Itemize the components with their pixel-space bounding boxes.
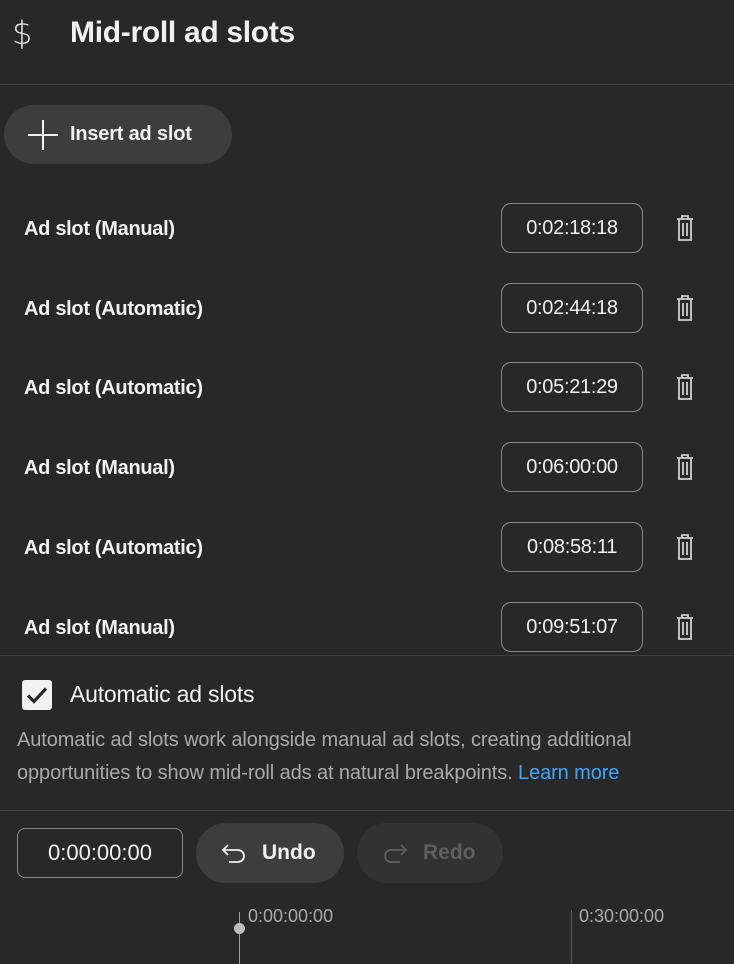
timeline-tick (571, 910, 572, 964)
dollar-icon: $ (12, 14, 33, 52)
ad-slot-time-input[interactable]: 0:08:58:11 (501, 522, 643, 572)
ad-slot-name: Ad slot (Manual) (24, 457, 175, 479)
checkmark-icon (26, 687, 48, 704)
timeline-start-label: 0:00:00:00 (248, 906, 334, 926)
current-time-input[interactable]: 0:00:00:00 (17, 828, 183, 878)
ad-slot-time-input[interactable]: 0:06:00:00 (501, 442, 643, 492)
insert-ad-slot-label: Insert ad slot (70, 123, 192, 145)
automatic-ad-slots-description: Automatic ad slots work alongside manual… (17, 724, 717, 790)
redo-button: Redo (357, 823, 503, 883)
trash-icon[interactable] (674, 373, 696, 401)
timeline-end-label: 0:30:00:00 (579, 906, 665, 926)
ad-slot-row: Ad slot (Automatic) 0:02:44:18 (0, 269, 734, 349)
redo-icon (384, 844, 408, 863)
ad-slot-row: Ad slot (Automatic) 0:05:21:29 (0, 348, 734, 428)
ad-slot-time-input[interactable]: 0:02:44:18 (501, 283, 643, 333)
undo-label: Undo (262, 841, 316, 864)
page-title: Mid-roll ad slots (70, 16, 295, 49)
undo-icon (221, 844, 245, 863)
ad-slot-time-input[interactable]: 0:09:51:07 (501, 602, 643, 652)
learn-more-link[interactable]: Learn more (518, 762, 619, 784)
ad-slot-row: Ad slot (Manual) 0:09:51:07 (0, 588, 734, 668)
ad-slot-name: Ad slot (Manual) (24, 218, 175, 240)
ad-slot-row: Ad slot (Manual) 0:06:00:00 (0, 428, 734, 508)
ad-slot-time-input[interactable]: 0:02:18:18 (501, 203, 643, 253)
automatic-ad-slots-label: Automatic ad slots (70, 681, 255, 707)
trash-icon[interactable] (674, 214, 696, 242)
ad-slot-name: Ad slot (Automatic) (24, 298, 203, 320)
ad-slot-row: Ad slot (Manual) 0:02:18:18 (0, 189, 734, 269)
redo-label: Redo (423, 841, 476, 864)
ad-slot-name: Ad slot (Manual) (24, 617, 175, 639)
trash-icon[interactable] (674, 533, 696, 561)
playhead-line[interactable] (239, 912, 240, 964)
plus-icon (28, 119, 58, 150)
automatic-ad-slots-checkbox[interactable] (22, 680, 52, 710)
section-divider (0, 810, 734, 811)
ad-slot-row: Ad slot (Automatic) 0:08:58:11 (0, 508, 734, 588)
panel-header: $ Mid-roll ad slots (0, 0, 734, 85)
ad-slot-name: Ad slot (Automatic) (24, 537, 203, 559)
insert-ad-slot-button[interactable]: Insert ad slot (4, 105, 232, 164)
section-divider (0, 655, 734, 656)
ad-slot-name: Ad slot (Automatic) (24, 377, 203, 399)
playhead-handle[interactable] (234, 923, 245, 934)
trash-icon[interactable] (674, 613, 696, 641)
trash-icon[interactable] (674, 453, 696, 481)
undo-button[interactable]: Undo (196, 823, 344, 883)
trash-icon[interactable] (674, 294, 696, 322)
ad-slot-time-input[interactable]: 0:05:21:29 (501, 362, 643, 412)
